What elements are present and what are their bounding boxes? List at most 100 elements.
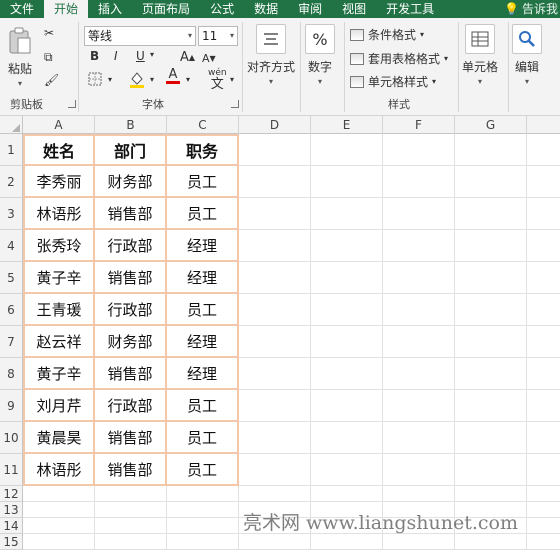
cell-e11[interactable] xyxy=(311,454,383,486)
column-header-e[interactable]: E xyxy=(311,116,383,134)
cell-b9[interactable]: 行政部 xyxy=(95,390,167,422)
font-size-combo[interactable]: 11 ▾ xyxy=(198,26,238,46)
cell-h7[interactable] xyxy=(527,326,560,358)
cell-b6[interactable]: 行政部 xyxy=(95,294,167,326)
cell-f2[interactable] xyxy=(383,166,455,198)
row-header-5[interactable]: 5 xyxy=(0,262,23,294)
cell-c4[interactable]: 经理 xyxy=(167,230,239,262)
cell-b10[interactable]: 销售部 xyxy=(95,422,167,454)
cell-f12[interactable] xyxy=(383,486,455,502)
cell-g7[interactable] xyxy=(455,326,527,358)
cell-e2[interactable] xyxy=(311,166,383,198)
cell-f8[interactable] xyxy=(383,358,455,390)
column-header-b[interactable]: B xyxy=(95,116,167,134)
cell-c15[interactable] xyxy=(167,534,239,550)
cell-h11[interactable] xyxy=(527,454,560,486)
cell-e12[interactable] xyxy=(311,486,383,502)
cell-b2[interactable]: 财务部 xyxy=(95,166,167,198)
cell-a2[interactable]: 李秀丽 xyxy=(23,166,95,198)
cell-d9[interactable] xyxy=(239,390,311,422)
cell-e10[interactable] xyxy=(311,422,383,454)
cell-e15[interactable] xyxy=(311,534,383,550)
cell-e5[interactable] xyxy=(311,262,383,294)
cell-a1[interactable]: 姓名 xyxy=(23,134,95,166)
cell-b14[interactable] xyxy=(95,518,167,534)
cell-h6[interactable] xyxy=(527,294,560,326)
column-header-f[interactable]: F xyxy=(383,116,455,134)
cell-g12[interactable] xyxy=(455,486,527,502)
cell-f6[interactable] xyxy=(383,294,455,326)
cell-d11[interactable] xyxy=(239,454,311,486)
cells-button[interactable]: 单元格 ▾ xyxy=(462,24,498,86)
cell-d1[interactable] xyxy=(239,134,311,166)
cell-g10[interactable] xyxy=(455,422,527,454)
cell-c1[interactable]: 职务 xyxy=(167,134,239,166)
cell-c11[interactable]: 员工 xyxy=(167,454,239,486)
menu-tab-3[interactable]: 页面布局 xyxy=(132,0,200,18)
cell-a5[interactable]: 黄子辛 xyxy=(23,262,95,294)
cell-e9[interactable] xyxy=(311,390,383,422)
chevron-down-icon[interactable]: ▾ xyxy=(230,75,234,84)
row-header-4[interactable]: 4 xyxy=(0,230,23,262)
row-header-14[interactable]: 14 xyxy=(0,518,23,534)
cell-b4[interactable]: 行政部 xyxy=(95,230,167,262)
cell-d4[interactable] xyxy=(239,230,311,262)
cell-f10[interactable] xyxy=(383,422,455,454)
cell-h13[interactable] xyxy=(527,502,560,518)
cell-h3[interactable] xyxy=(527,198,560,230)
cell-b7[interactable]: 财务部 xyxy=(95,326,167,358)
cell-d10[interactable] xyxy=(239,422,311,454)
cell-b13[interactable] xyxy=(95,502,167,518)
cell-g5[interactable] xyxy=(455,262,527,294)
clipboard-launcher-icon[interactable] xyxy=(68,100,76,108)
cell-e6[interactable] xyxy=(311,294,383,326)
cell-c8[interactable]: 经理 xyxy=(167,358,239,390)
cell-c13[interactable] xyxy=(167,502,239,518)
cell-c10[interactable]: 员工 xyxy=(167,422,239,454)
cell-c12[interactable] xyxy=(167,486,239,502)
cell-h8[interactable] xyxy=(527,358,560,390)
cell-e3[interactable] xyxy=(311,198,383,230)
cell-c14[interactable] xyxy=(167,518,239,534)
cell-f15[interactable] xyxy=(383,534,455,550)
cell-g1[interactable] xyxy=(455,134,527,166)
cell-e8[interactable] xyxy=(311,358,383,390)
cell-g6[interactable] xyxy=(455,294,527,326)
row-header-13[interactable]: 13 xyxy=(0,502,23,518)
cell-c6[interactable]: 员工 xyxy=(167,294,239,326)
tell-me-box[interactable]: 💡 告诉我 xyxy=(504,0,558,18)
cell-d5[interactable] xyxy=(239,262,311,294)
format-as-table-button[interactable]: 套用表格格式 ▾ xyxy=(350,50,448,67)
conditional-format-button[interactable]: 条件格式 ▾ xyxy=(350,26,424,43)
chevron-down-icon[interactable]: ▾ xyxy=(186,75,190,84)
cell-a12[interactable] xyxy=(23,486,95,502)
cell-b8[interactable]: 销售部 xyxy=(95,358,167,390)
cell-h14[interactable] xyxy=(527,518,560,534)
cell-g8[interactable] xyxy=(455,358,527,390)
number-button[interactable]: % 数字 ▾ xyxy=(305,24,335,86)
row-header-3[interactable]: 3 xyxy=(0,198,23,230)
cell-g2[interactable] xyxy=(455,166,527,198)
cell-a8[interactable]: 黄子辛 xyxy=(23,358,95,390)
cell-f9[interactable] xyxy=(383,390,455,422)
chevron-down-icon[interactable]: ▾ xyxy=(150,50,154,59)
cell-e7[interactable] xyxy=(311,326,383,358)
shrink-font-button[interactable]: A ▼ xyxy=(202,52,216,65)
menu-tab-2[interactable]: 插入 xyxy=(88,0,132,18)
menu-tab-0[interactable]: 文件 xyxy=(0,0,44,18)
cell-b1[interactable]: 部门 xyxy=(95,134,167,166)
underline-button[interactable]: U xyxy=(136,49,145,63)
cell-a11[interactable]: 林语彤 xyxy=(23,454,95,486)
italic-button[interactable]: I xyxy=(114,49,118,63)
cell-f3[interactable] xyxy=(383,198,455,230)
cell-d8[interactable] xyxy=(239,358,311,390)
menu-tab-8[interactable]: 开发工具 xyxy=(376,0,444,18)
cell-styles-button[interactable]: 单元格样式 ▾ xyxy=(350,73,436,90)
cell-c7[interactable]: 经理 xyxy=(167,326,239,358)
cell-h10[interactable] xyxy=(527,422,560,454)
column-header-g[interactable]: G xyxy=(455,116,527,134)
cell-h9[interactable] xyxy=(527,390,560,422)
row-header-1[interactable]: 1 xyxy=(0,134,23,166)
cell-g11[interactable] xyxy=(455,454,527,486)
cell-b12[interactable] xyxy=(95,486,167,502)
